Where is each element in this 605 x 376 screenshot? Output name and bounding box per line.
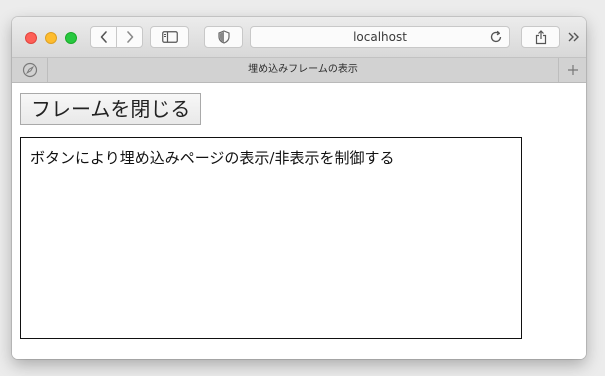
tab-overview-button[interactable] <box>12 58 48 82</box>
address-bar[interactable]: localhost <box>250 26 510 48</box>
plus-icon <box>567 65 578 75</box>
tab-bar: 埋め込みフレームの表示 <box>12 58 586 83</box>
address-text: localhost <box>353 30 407 44</box>
privacy-report-button[interactable] <box>204 26 243 48</box>
navigation-buttons <box>90 26 143 48</box>
embedded-frame[interactable]: ボタンにより埋め込みページの表示/非表示を制御する <box>20 137 522 339</box>
new-tab-button[interactable] <box>558 58 586 82</box>
sidebar-button[interactable] <box>150 26 189 48</box>
share-button[interactable] <box>521 26 560 48</box>
zoom-window-button[interactable] <box>65 32 77 44</box>
browser-window: localhost 埋め込みフレームの表示 フレームを閉じる ボタンにより埋め込… <box>12 17 586 359</box>
page-content: フレームを閉じる ボタンにより埋め込みページの表示/非表示を制御する <box>12 83 586 359</box>
browser-toolbar: localhost <box>12 17 586 58</box>
forward-button[interactable] <box>117 27 142 47</box>
share-icon <box>535 29 546 44</box>
toolbar-overflow-icon[interactable] <box>567 31 581 43</box>
chevron-left-icon <box>100 31 107 43</box>
close-frame-button[interactable]: フレームを閉じる <box>20 93 202 125</box>
compass-icon <box>22 62 37 78</box>
back-button[interactable] <box>91 27 117 47</box>
tab-active[interactable]: 埋め込みフレームの表示 <box>48 58 558 82</box>
shield-icon <box>217 30 230 44</box>
reload-icon[interactable] <box>489 30 503 44</box>
chevron-right-icon <box>126 31 133 43</box>
sidebar-icon <box>161 31 178 43</box>
close-window-button[interactable] <box>25 32 37 44</box>
minimize-window-button[interactable] <box>45 32 57 44</box>
embedded-frame-text: ボタンにより埋め込みページの表示/非表示を制御する <box>30 149 395 167</box>
